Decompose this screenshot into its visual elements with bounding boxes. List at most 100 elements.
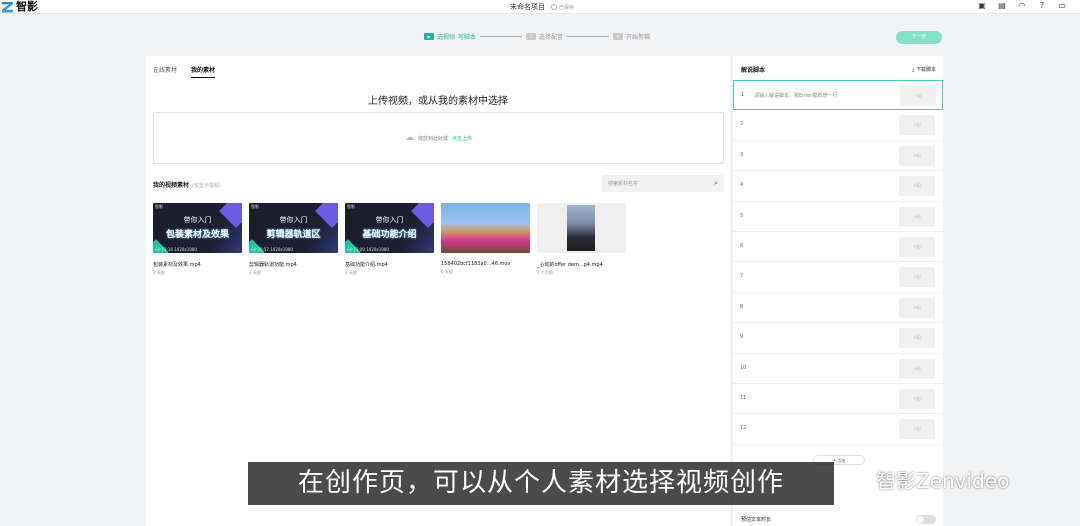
row-voice-button[interactable]: +配 [899,267,935,288]
script-row[interactable]: 6 +配 [733,232,943,263]
download-label: 下载脚本 [915,67,936,73]
row-number: 3 [740,151,744,158]
save-status: 已保存 [551,4,574,11]
tab-my-materials[interactable]: 我的素材 [191,65,216,78]
video-grid: 智影 带你入门 包装素材及效果 00:01:16 1920x1080 包装素材及… [153,203,626,276]
row-voice-button[interactable]: +配 [899,145,935,166]
video-thumbnail[interactable]: 智影 带你入门 包装素材及效果 00:01:16 1920x1080 [153,203,242,253]
script-row[interactable]: 4 +配 [733,171,943,202]
video-card[interactable]: 智影 带你入门 剪辑器轨道区 00:00:57 1920x1080 剪辑器轨道功… [249,203,338,276]
video-time: 3 天前 [345,270,357,275]
thumb-brand: 智影 [251,204,259,209]
video-name: 包装素材及效果.mp4 [153,262,201,268]
video-time: 3 天前 [153,270,165,275]
tab-online-materials[interactable]: 在线素材 [153,65,177,78]
video-thumbnail[interactable] [537,203,626,253]
help-icon[interactable]: ? [1038,2,1046,10]
video-thumbnail[interactable] [441,203,530,253]
script-input[interactable]: 请输入解说脚本，按Enter键新增一行 [754,92,837,99]
script-row[interactable]: 5 +配 [733,202,943,232]
watermark-text: 智影Zenvideo [876,469,1010,493]
next-button[interactable]: 下一步 [896,31,942,44]
row-voice-button[interactable]: +配 [899,115,935,136]
row-number: 9 [740,334,744,341]
video-thumbnail[interactable]: 智影 带你入门 基础功能介绍 00:01:09 1920x1080 [345,203,434,253]
video-name: _心动的offer dem...p4.mp4 [537,262,603,268]
chat-icon[interactable]: ▣ [978,2,986,10]
row-number: 5 [740,212,744,219]
message-icon[interactable]: ▭ [1058,2,1066,10]
step-connector [567,36,610,37]
script-row[interactable]: 11 +配 [733,384,943,415]
script-row[interactable]: 10 +配 [733,354,943,384]
step-connector [480,36,523,37]
script-row[interactable]: 1 请输入解说脚本，按Enter键新增一行 +配 [733,80,943,111]
estimate-duration-label: 预估文本时长 [741,517,772,523]
material-panel: 在线素材 我的素材 上传视频，或从我的素材中选择 ☁ 拖放到此处或 点击上传 我… [146,56,730,526]
step-label: 开始剪辑 [626,34,651,41]
top-toolbar: ▣ ▤ ◠ ? ▭ [978,2,1066,10]
script-row[interactable]: 7 +配 [733,262,943,293]
thumb-meta: 00:01:09 1920x1080 [347,247,389,252]
project-title[interactable]: 未命名项目 [510,2,545,12]
video-time: 1 个月前 [537,270,553,275]
upload-dropzone[interactable]: ☁ 拖放到此处或 点击上传 [153,112,724,164]
row-voice-button[interactable]: +配 [899,206,935,227]
row-voice-button[interactable]: +配 [899,176,935,197]
headset-icon[interactable]: ◠ [1018,2,1026,10]
video-card[interactable]: 智影 带你入门 包装素材及效果 00:01:16 1920x1080 包装素材及… [153,203,242,276]
material-tabs: 在线素材 我的素材 [153,65,216,78]
step-start-edit[interactable]: ✂ 开始剪辑 [613,32,650,41]
thumb-brand: 智影 [155,204,163,209]
row-voice-button[interactable]: +配 [899,328,935,349]
row-voice-button[interactable]: +配 [900,86,936,106]
thumb-line2: 剪辑器轨道区 [266,230,321,240]
search-icon[interactable]: ⌕ [714,179,718,188]
row-voice-button[interactable]: +配 [899,358,935,379]
video-thumbnail[interactable]: 智影 带你入门 剪辑器轨道区 00:00:57 1920x1080 [249,203,338,253]
script-row[interactable]: 2 +配 [733,110,943,141]
step-select-video[interactable]: ▶ 选视频 写脚本 [424,32,476,41]
portrait-image [567,205,595,251]
my-videos-title: 我的视频素材 (仅显示视频) [153,180,221,189]
step-label: 选择配音 [539,34,564,41]
my-videos-note: (仅显示视频) [192,183,221,189]
search-input[interactable]: 搜索素材名字 ⌕ [602,175,724,192]
step-select-voice[interactable]: ♪ 选择配音 [526,32,563,41]
video-card[interactable]: 158402bcf1183a0...46.mov 6 天前 [441,203,530,276]
script-rows: 1 请输入解说脚本，按Enter键新增一行 +配 2 +配 3 +配 4 +配 5 +配 6 +配 7 +配… [733,80,943,445]
clipboard-icon[interactable]: ▤ [998,2,1006,10]
row-voice-button[interactable]: +配 [899,419,935,440]
thumb-line1: 带你入门 [279,216,308,224]
estimate-toggle[interactable] [916,515,936,524]
row-number: 11 [740,394,747,401]
video-card[interactable]: 智影 带你入门 基础功能介绍 00:01:09 1920x1080 基础功能介绍… [345,203,434,276]
video-time: 3 天前 [249,270,261,275]
video-name: 基础功能介绍.mp4 [345,262,388,268]
logo-icon [2,1,13,13]
script-row[interactable]: 9 +配 [733,323,943,354]
script-row[interactable]: 12 +配 [733,414,943,445]
wechat-icon [848,470,870,489]
drop-text: 拖放到此处或 [417,135,448,142]
script-row[interactable]: 3 +配 [733,141,943,172]
row-voice-button[interactable]: +配 [899,297,935,318]
row-voice-button[interactable]: +配 [899,388,935,409]
video-card[interactable]: _心动的offer dem...p4.mp4 1 个月前 [537,203,626,276]
app-logo[interactable]: 智影 [2,1,38,13]
step-video-icon: ▶ [424,33,434,40]
step-sublabel: 写脚本 [458,34,477,41]
download-script-button[interactable]: ⤓ 下载脚本 [912,66,936,73]
row-number: 4 [740,182,744,189]
script-panel-title: 解说脚本 [741,67,766,74]
click-upload-link[interactable]: 点击上传 [452,135,472,142]
script-row[interactable]: 8 +配 [733,293,943,324]
thumb-meta: 00:01:16 1920x1080 [155,247,197,252]
row-voice-button[interactable]: +配 [899,236,935,257]
project-title-area: 未命名项目 已保存 [510,2,574,12]
row-number: 12 [740,425,747,432]
thumb-line1: 带你入门 [375,216,404,224]
saved-check-icon [551,4,557,10]
row-number: 7 [740,273,744,280]
my-videos-heading: 我的视频素材 [153,182,190,189]
